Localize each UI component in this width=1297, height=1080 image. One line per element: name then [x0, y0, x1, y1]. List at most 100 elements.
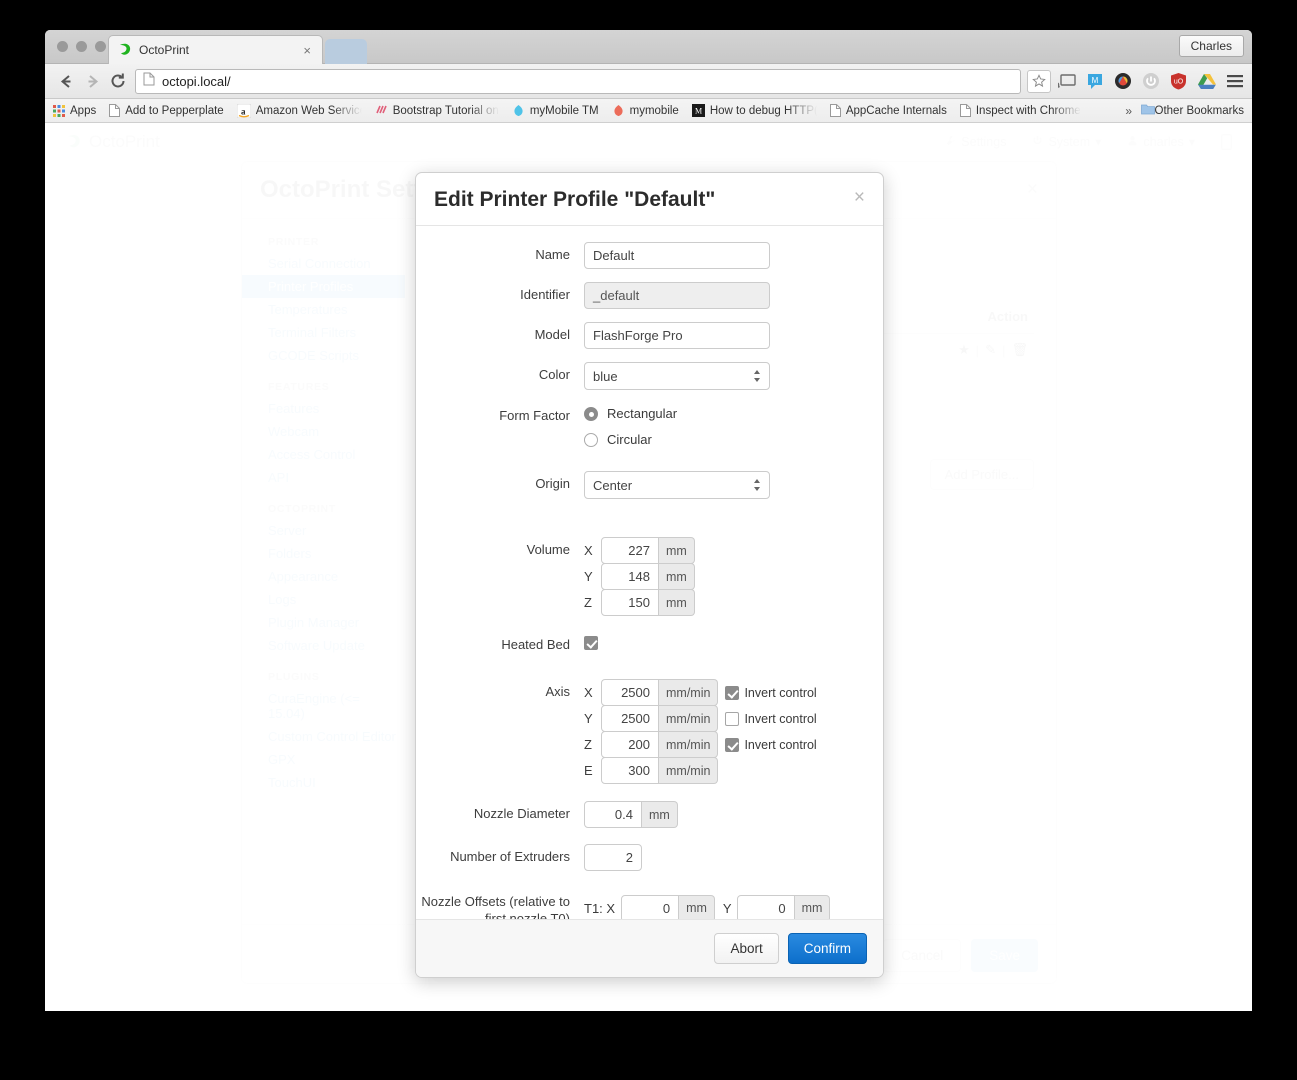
axis-y-speed-input[interactable]: 2500 — [601, 705, 659, 732]
cast-icon[interactable] — [1057, 72, 1076, 91]
axis-z-speed-input[interactable]: 200 — [601, 731, 659, 758]
confirm-button[interactable]: Confirm — [788, 933, 867, 964]
browser-tab-octoprint[interactable]: OctoPrint × — [108, 35, 323, 64]
other-bookmarks-label: Other Bookmarks — [1155, 105, 1244, 117]
reload-icon[interactable] — [105, 68, 131, 94]
bookmark-how-to-debug-http[interactable]: M How to debug HTTP( — [692, 104, 817, 117]
bookmark-label: mymobile — [630, 105, 679, 117]
svg-text:a: a — [241, 106, 246, 116]
bookmark-star-icon[interactable] — [1027, 70, 1051, 93]
nozzle-diameter-label: Nozzle Diameter — [416, 801, 584, 828]
volume-z-unit: mm — [659, 589, 695, 616]
browser-tab-inactive[interactable] — [325, 39, 367, 64]
axis-z-invert-control[interactable]: Invert control — [725, 738, 816, 752]
chrome-menu-icon[interactable] — [1225, 72, 1244, 91]
volume-row-y: Y 148 mm — [584, 563, 879, 590]
axis-x-invert-checkbox[interactable] — [725, 686, 739, 700]
back-icon[interactable] — [53, 68, 79, 94]
close-icon[interactable]: × — [300, 44, 314, 57]
name-input[interactable]: Default — [584, 242, 770, 269]
speech-bubble-m-icon[interactable]: M — [1085, 72, 1104, 91]
octoprint-app: OctoPrint Settings System ▾ — [45, 123, 1252, 1011]
window-traffic-lights — [57, 41, 106, 52]
radio-rectangular[interactable]: Rectangular — [584, 403, 879, 421]
window-close-button[interactable] — [57, 41, 68, 52]
heated-bed-checkbox[interactable] — [584, 636, 598, 650]
page-icon — [830, 104, 841, 117]
field-row-nozzle-diameter: Nozzle Diameter 0.4 mm — [416, 801, 879, 828]
axis-e-unit: mm/min — [659, 757, 718, 784]
abort-button[interactable]: Abort — [714, 933, 778, 964]
ublock-shield-icon[interactable]: uO — [1169, 72, 1188, 91]
volume-z-input[interactable]: 150 — [601, 589, 659, 616]
axis-y-invert-checkbox[interactable] — [725, 712, 739, 726]
field-row-volume: Volume X 227 mm Y 148 mm — [416, 537, 879, 616]
color-select[interactable]: blue — [584, 362, 770, 390]
bookmark-bootstrap-tutorial[interactable]: Bootstrap Tutorial on — [375, 104, 499, 117]
model-label: Model — [416, 322, 584, 349]
window-minimize-button[interactable] — [76, 41, 87, 52]
heated-bed-label: Heated Bed — [416, 632, 584, 653]
model-input[interactable]: FlashForge Pro — [584, 322, 770, 349]
offset-t1-y-prefix: Y — [723, 901, 732, 916]
modal-body: Name Default Identifier _default — [416, 226, 883, 919]
bookmarks-bar: Apps Add to Pepperplate a Amazon Web Ser… — [45, 99, 1252, 123]
browser-tab-strip: OctoPrint × Charles — [45, 30, 1252, 64]
axis-e-speed-input[interactable]: 300 — [601, 757, 659, 784]
field-row-axis: Axis X 2500 mm/min Invert control — [416, 679, 879, 784]
chrome-profile-button[interactable]: Charles — [1179, 35, 1244, 57]
color-label: Color — [416, 362, 584, 390]
bookmark-inspect-with-chrome[interactable]: Inspect with Chrome — [960, 104, 1081, 117]
volume-row-z: Z 150 mm — [584, 589, 879, 616]
axis-y-invert-label: Invert control — [744, 712, 816, 726]
bookmark-mymobile[interactable]: mymobile — [612, 104, 679, 117]
axis-x-invert-label: Invert control — [744, 686, 816, 700]
bookmark-appcache-internals[interactable]: AppCache Internals — [830, 104, 947, 117]
bookmark-label: myMobile TM — [530, 105, 599, 117]
axis-y-invert-control[interactable]: Invert control — [725, 712, 816, 726]
bookmarks-overflow-icon[interactable]: » — [1125, 104, 1132, 118]
origin-select-value: Center — [593, 478, 632, 493]
origin-label: Origin — [416, 471, 584, 499]
edit-printer-profile-modal: Edit Printer Profile "Default" × Name De… — [415, 172, 884, 978]
form-factor-label: Form Factor — [416, 403, 584, 455]
axis-row-z: Z 200 mm/min Invert control — [584, 731, 879, 758]
other-bookmarks-folder[interactable]: Other Bookmarks — [1141, 103, 1244, 118]
svg-text:uO: uO — [1174, 79, 1184, 86]
window-zoom-button[interactable] — [95, 41, 106, 52]
axis-z-invert-checkbox[interactable] — [725, 738, 739, 752]
axis-x-speed-input[interactable]: 2500 — [601, 679, 659, 706]
forward-icon[interactable] — [79, 68, 105, 94]
axis-row-e: E 300 mm/min — [584, 757, 879, 784]
radio-circular[interactable]: Circular — [584, 429, 879, 447]
origin-select[interactable]: Center — [584, 471, 770, 499]
close-icon[interactable]: × — [854, 188, 865, 207]
url-bar[interactable]: octopi.local/ — [135, 69, 1021, 94]
google-drive-icon[interactable] — [1197, 72, 1216, 91]
volume-axis-letter-z: Z — [584, 595, 598, 610]
radio-label-rectangular: Rectangular — [607, 406, 677, 421]
volume-y-input[interactable]: 148 — [601, 563, 659, 590]
offset-t1-y-input[interactable]: 0 — [737, 895, 795, 919]
nozzle-diameter-input[interactable]: 0.4 — [584, 801, 642, 828]
axis-letter-x: X — [584, 685, 598, 700]
power-circle-icon[interactable] — [1141, 72, 1160, 91]
offset-t1-x-input[interactable]: 0 — [621, 895, 679, 919]
radio-label-circular: Circular — [607, 432, 652, 447]
bookmark-apps[interactable]: Apps — [53, 105, 96, 117]
browser-tab-title: OctoPrint — [139, 43, 300, 57]
volume-y-unit: mm — [659, 563, 695, 590]
field-row-identifier: Identifier _default — [416, 282, 879, 309]
volume-x-input[interactable]: 227 — [601, 537, 659, 564]
bookmark-amazon-web-service[interactable]: a Amazon Web Service — [237, 104, 362, 118]
color-wheel-icon[interactable] — [1113, 72, 1132, 91]
bookmark-mymobile-tm[interactable]: myMobile TM — [512, 104, 599, 117]
browser-address-bar: octopi.local/ M uO — [45, 64, 1252, 99]
volume-axis-letter-y: Y — [584, 569, 598, 584]
bookmark-add-to-pepperplate[interactable]: Add to Pepperplate — [109, 104, 223, 117]
axis-z-invert-label: Invert control — [744, 738, 816, 752]
identifier-input[interactable]: _default — [584, 282, 770, 309]
extruders-input[interactable]: 2 — [584, 844, 642, 871]
bookmark-label: Inspect with Chrome — [976, 105, 1081, 117]
axis-x-invert-control[interactable]: Invert control — [725, 686, 816, 700]
